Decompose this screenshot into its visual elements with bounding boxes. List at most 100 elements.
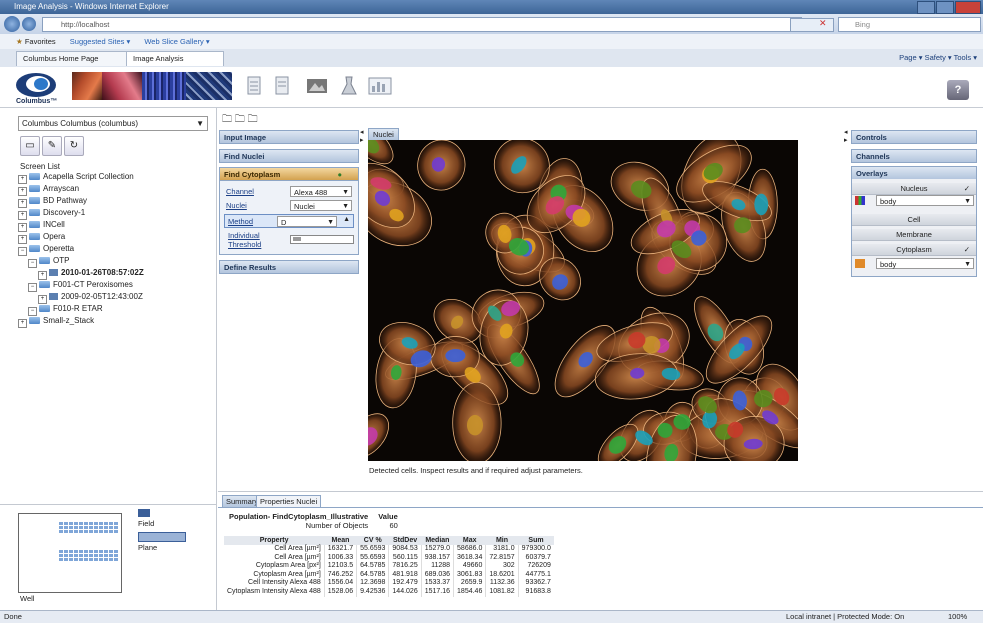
field-cell[interactable] (89, 526, 93, 529)
check-icon[interactable]: ✓ (964, 183, 970, 194)
results-chart-icon[interactable] (366, 74, 394, 98)
field-cell[interactable] (74, 554, 78, 557)
plane-slider[interactable] (138, 532, 186, 542)
step-define-results[interactable]: Define Results (219, 260, 359, 274)
field-cell[interactable] (59, 554, 63, 557)
tree-item[interactable]: − F001-CT Peroxisomes (18, 280, 144, 292)
field-cell[interactable] (89, 558, 93, 561)
field-cell[interactable] (114, 522, 118, 525)
field-cell[interactable] (89, 550, 93, 553)
threshold-slider-handle[interactable] (293, 237, 301, 241)
field-cell[interactable] (79, 522, 83, 525)
command-bar[interactable]: Page ▾ Safety ▾ Tools ▾ (899, 49, 977, 67)
tree-item[interactable]: + Small-z_Stack (18, 316, 144, 328)
field-cell[interactable] (109, 558, 113, 561)
field-cell[interactable] (79, 550, 83, 553)
column-header[interactable]: Mean (324, 536, 357, 545)
expand-icon[interactable]: − (28, 307, 37, 316)
channel-select[interactable]: Alexa 488 ▼ (290, 186, 352, 197)
column-header[interactable]: Sum (518, 536, 554, 545)
field-cell[interactable] (89, 522, 93, 525)
tree-item[interactable]: + INCell (18, 220, 144, 232)
web-slice-gallery-link[interactable]: Web Slice Gallery ▾ (144, 37, 209, 46)
field-cell[interactable] (114, 554, 118, 557)
field-cell[interactable] (104, 522, 108, 525)
suggested-sites-link[interactable]: Suggested Sites ▾ (70, 37, 130, 46)
expand-icon[interactable]: − (18, 247, 27, 256)
field-cell[interactable] (109, 550, 113, 553)
field-cell[interactable] (64, 526, 68, 529)
controls-header[interactable]: Controls (851, 130, 977, 144)
field-cell[interactable] (109, 526, 113, 529)
tree-item[interactable]: +2009-02-05T12:43:00Z (18, 292, 144, 304)
back-button[interactable] (4, 16, 20, 32)
collapse-icon[interactable]: ▲ (343, 216, 350, 223)
field-cell[interactable] (74, 530, 78, 533)
well-view[interactable] (18, 513, 122, 593)
field-cell[interactable] (89, 530, 93, 533)
expand-icon[interactable]: + (18, 187, 27, 196)
tree-item[interactable]: + Discovery-1 (18, 208, 144, 220)
overlay-cell[interactable]: Cell (852, 214, 976, 226)
overlay-cytoplasm[interactable]: Cytoplasm ✓ (852, 244, 976, 256)
tree-item[interactable]: + BD Pathway (18, 196, 144, 208)
stop-icon[interactable]: ✕ (819, 18, 827, 29)
field-cell[interactable] (94, 522, 98, 525)
table-row[interactable]: Cell Area [µm²] 16321.7 55.6593 9084.53 1527… (224, 545, 554, 554)
forward-button[interactable] (22, 17, 36, 31)
field-cell[interactable] (69, 530, 73, 533)
tree-item[interactable]: + Opera (18, 232, 144, 244)
tree-item[interactable]: + Acapella Script Collection (18, 172, 144, 184)
field-cell[interactable] (69, 550, 73, 553)
refresh-button[interactable]: ↻ (64, 136, 84, 156)
minimize-button[interactable] (917, 1, 935, 14)
field-cell[interactable] (79, 554, 83, 557)
document-list-icon[interactable] (272, 74, 294, 98)
check-icon[interactable]: ✓ (964, 244, 970, 255)
field-cell[interactable] (79, 530, 83, 533)
column-header[interactable]: CV % (356, 536, 389, 545)
field-cell[interactable] (69, 522, 73, 525)
edit-button[interactable]: ✎ (42, 136, 62, 156)
open-folder-icon[interactable]: 🗀 (222, 114, 232, 125)
field-cell[interactable] (74, 522, 78, 525)
expand-icon[interactable]: − (28, 259, 37, 268)
tree-item[interactable]: − Operetta (18, 244, 144, 256)
server-select[interactable]: Columbus Columbus (columbus) ▼ (18, 116, 208, 131)
field-cell[interactable] (109, 554, 113, 557)
field-cell[interactable] (59, 530, 63, 533)
field-cell[interactable] (84, 554, 88, 557)
nuclei-select[interactable]: Nuclei ▼ (290, 200, 352, 211)
field-cell[interactable] (99, 526, 103, 529)
field-cell[interactable] (104, 526, 108, 529)
field-cell[interactable] (64, 558, 68, 561)
splitter-left[interactable]: ◂ ▸ (360, 128, 364, 144)
view-toggle-button[interactable]: ▭ (20, 136, 40, 156)
field-cell[interactable] (94, 530, 98, 533)
field-cell[interactable] (84, 522, 88, 525)
expand-icon[interactable]: − (28, 283, 37, 292)
field-cell[interactable] (64, 530, 68, 533)
field-cell[interactable] (89, 554, 93, 557)
step-find-nuclei[interactable]: Find Nuclei (219, 149, 359, 163)
search-input[interactable]: Bing (838, 17, 981, 32)
step-find-cytoplasm[interactable]: Find Cytoplasm ● (219, 167, 359, 181)
expand-icon[interactable]: + (38, 271, 47, 280)
field-cell[interactable] (64, 550, 68, 553)
expand-icon[interactable]: + (18, 211, 27, 220)
expand-icon[interactable]: + (18, 319, 27, 328)
field-cell[interactable] (99, 530, 103, 533)
field-cell[interactable] (104, 530, 108, 533)
flask-icon[interactable] (338, 74, 360, 98)
tab-columbus-home[interactable]: Columbus Home Page (16, 51, 134, 66)
field-cell[interactable] (109, 522, 113, 525)
field-cell[interactable] (59, 558, 63, 561)
field-cell[interactable] (64, 554, 68, 557)
field-cell[interactable] (104, 554, 108, 557)
expand-icon[interactable]: + (38, 295, 47, 304)
field-cell[interactable] (114, 550, 118, 553)
channel-label[interactable]: Channel (226, 187, 254, 196)
field-cell[interactable] (94, 550, 98, 553)
field-cell[interactable] (94, 558, 98, 561)
save-icon[interactable]: 🗀 (235, 114, 245, 125)
